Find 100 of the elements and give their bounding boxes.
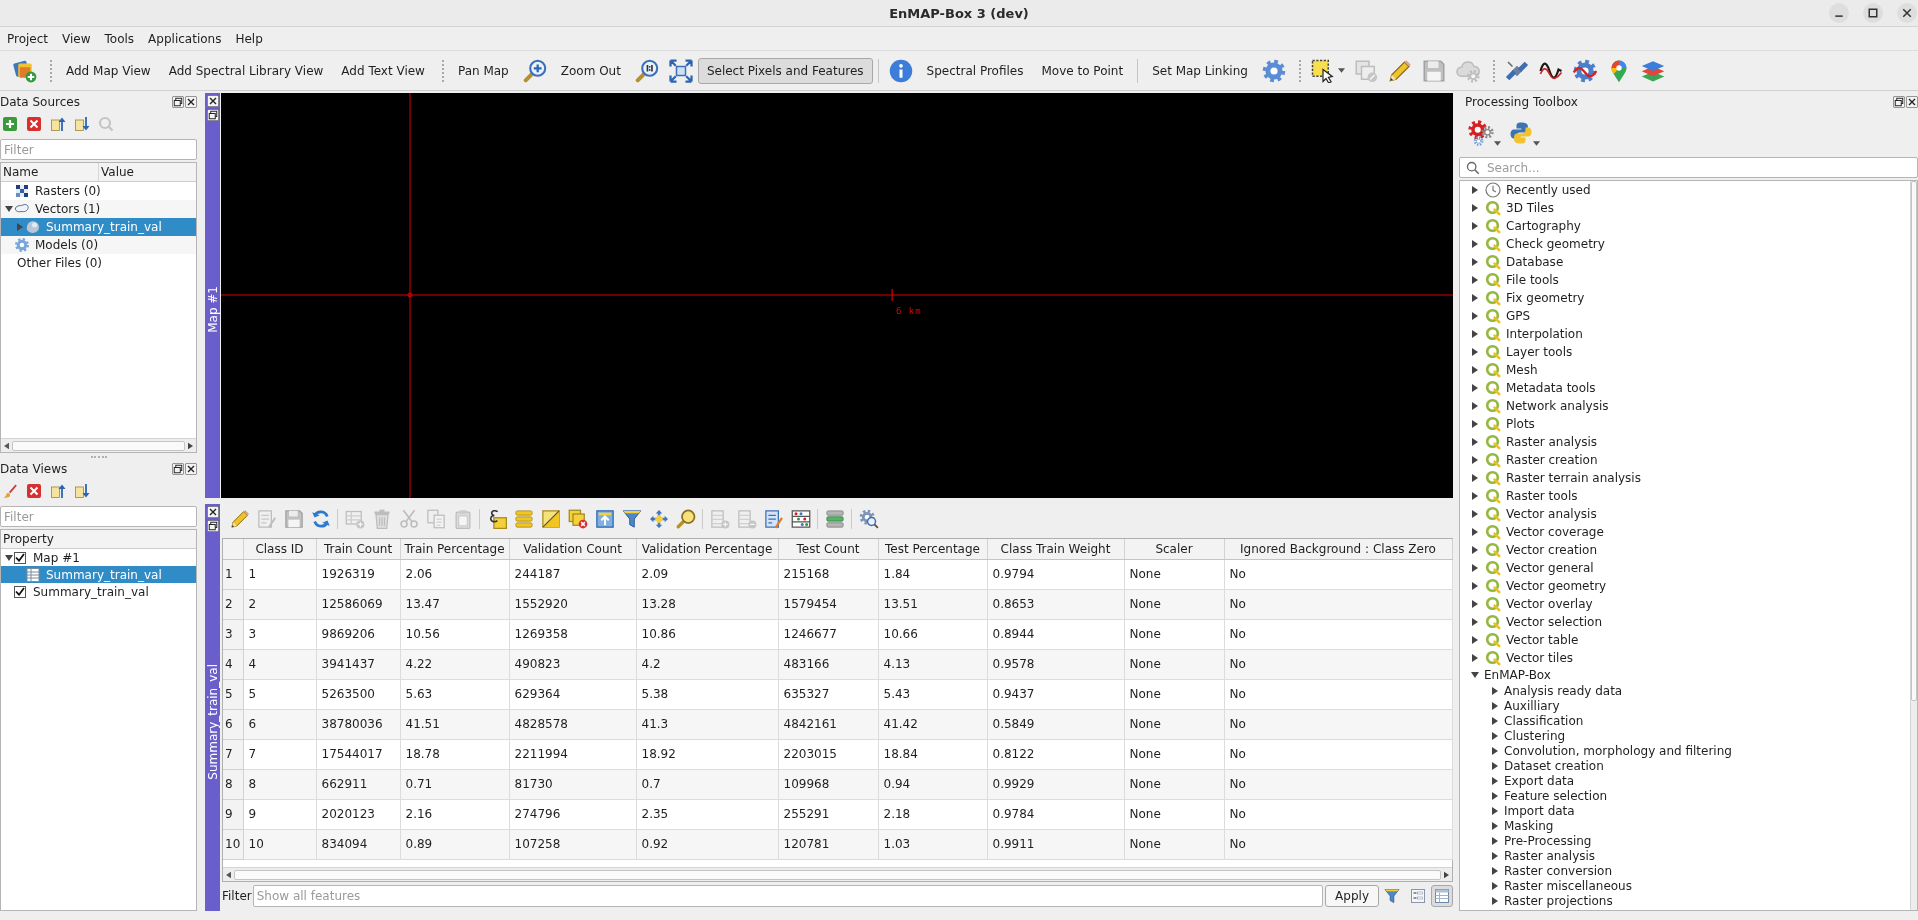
- toolbar-button[interactable]: Pan Map: [448, 57, 518, 84]
- caret-right-icon[interactable]: [1472, 366, 1478, 374]
- filter-icon[interactable]: [1384, 888, 1400, 904]
- caret-right-icon[interactable]: [1472, 222, 1478, 230]
- caret-right-icon[interactable]: [1472, 384, 1478, 392]
- caret-right-icon[interactable]: [1472, 528, 1478, 536]
- tree-item[interactable]: Dataset creation: [1460, 758, 1910, 773]
- tree-item[interactable]: Metadata tools: [1460, 379, 1910, 397]
- diagonal-square-icon[interactable]: [540, 509, 561, 529]
- caret-right-icon[interactable]: [1472, 564, 1478, 572]
- tree-item[interactable]: Classification: [1460, 713, 1910, 728]
- caret-right-icon[interactable]: [1492, 701, 1498, 710]
- info-icon[interactable]: [888, 58, 913, 83]
- toolbar-button[interactable]: Add Text View: [332, 57, 434, 84]
- row-header[interactable]: 1: [223, 559, 243, 589]
- python-icon[interactable]: [1509, 121, 1533, 145]
- caret-right-icon[interactable]: [1472, 348, 1478, 356]
- filter-field[interactable]: Filter: [0, 506, 197, 527]
- tree-item[interactable]: Raster miscellaneous: [1460, 878, 1910, 893]
- toolbar-button[interactable]: Move to Point: [1032, 57, 1133, 84]
- tree-item[interactable]: GPS: [1460, 307, 1910, 325]
- row-header[interactable]: 6: [223, 709, 243, 739]
- caret-right-icon[interactable]: [1472, 456, 1478, 464]
- filter-field[interactable]: Show all features: [252, 885, 1324, 907]
- caret-down-icon[interactable]: [4, 554, 13, 561]
- gears-icon[interactable]: [1468, 120, 1494, 146]
- caret-right-icon[interactable]: [1472, 420, 1478, 428]
- minimize-icon[interactable]: [1829, 3, 1849, 23]
- abacus-icon[interactable]: [790, 509, 811, 529]
- column-header[interactable]: Property: [1, 530, 196, 549]
- caret-right-icon[interactable]: [1492, 746, 1498, 755]
- toolbar-button[interactable]: Select Pixels and Features: [697, 57, 873, 84]
- tree-item[interactable]: Interpolation: [1460, 325, 1910, 343]
- scrollbar[interactable]: [1910, 181, 1917, 910]
- tree-item[interactable]: Raster analysis: [1460, 433, 1910, 451]
- column-header[interactable]: Train Count: [316, 539, 400, 559]
- close-icon[interactable]: [185, 463, 197, 475]
- search-field[interactable]: Search...: [1459, 157, 1918, 178]
- scroll-thumb[interactable]: [12, 440, 185, 451]
- tree-item[interactable]: Vector analysis: [1460, 505, 1910, 523]
- caret-right-icon[interactable]: [1492, 776, 1498, 785]
- close-icon[interactable]: [1897, 3, 1917, 23]
- menu-item[interactable]: Project: [0, 31, 56, 46]
- caret-right-icon[interactable]: [1492, 821, 1498, 830]
- row-header[interactable]: 9: [223, 799, 243, 829]
- tree-item[interactable]: 3D Tiles: [1460, 199, 1910, 217]
- column-header[interactable]: Class Train Weight: [987, 539, 1124, 559]
- notepad-pencil-icon[interactable]: [763, 509, 784, 529]
- refresh-icon[interactable]: [310, 509, 331, 529]
- caret-down-icon[interactable]: [1471, 672, 1479, 678]
- column-header[interactable]: Test Count: [778, 539, 878, 559]
- caret-right-icon[interactable]: [1472, 312, 1478, 320]
- tree-item[interactable]: Vector geometry: [1460, 577, 1910, 595]
- deselect-icon[interactable]: [567, 509, 588, 529]
- apply-button[interactable]: Apply: [1325, 885, 1379, 907]
- tree-item[interactable]: Other Files (0): [1, 254, 196, 272]
- tree-item[interactable]: Vector creation: [1460, 541, 1910, 559]
- gear-wave-icon[interactable]: [1572, 58, 1597, 83]
- caret-right-icon[interactable]: [1472, 582, 1478, 590]
- float-icon[interactable]: [172, 463, 184, 475]
- tree-item[interactable]: Vector coverage: [1460, 523, 1910, 541]
- satellite-icon[interactable]: [1504, 58, 1529, 83]
- tree-item[interactable]: Raster tools: [1460, 487, 1910, 505]
- caret-right-icon[interactable]: [1492, 761, 1498, 770]
- caret-right-icon[interactable]: [1472, 258, 1478, 266]
- caret-right-icon[interactable]: [1472, 546, 1478, 554]
- toolbar-button[interactable]: Zoom Out: [551, 57, 630, 84]
- column-header[interactable]: Name: [1, 163, 99, 182]
- close-icon[interactable]: [206, 506, 219, 518]
- tree-item[interactable]: Database: [1460, 253, 1910, 271]
- tree-item[interactable]: Raster conversion: [1460, 863, 1910, 878]
- caret-right-icon[interactable]: [1472, 330, 1478, 338]
- gear-icon[interactable]: [1261, 58, 1286, 83]
- tree-item[interactable]: Vector selection: [1460, 613, 1910, 631]
- pencil-icon[interactable]: [1387, 58, 1412, 83]
- caret-right-icon[interactable]: [1472, 186, 1478, 194]
- tree-item[interactable]: Feature selection: [1460, 788, 1910, 803]
- column-header[interactable]: Scaler: [1124, 539, 1224, 559]
- view-mode-button[interactable]: [1431, 885, 1453, 907]
- caret-right-icon[interactable]: [1472, 240, 1478, 248]
- caret-right-icon[interactable]: [1472, 276, 1478, 284]
- layers-plus-icon[interactable]: [13, 58, 37, 83]
- arrow-down-icon[interactable]: [74, 116, 90, 132]
- caret-right-icon[interactable]: [1472, 492, 1478, 500]
- remove-icon[interactable]: [26, 116, 42, 132]
- tree-item[interactable]: Rasters (0): [1, 182, 196, 200]
- layers-icon[interactable]: [1640, 58, 1665, 83]
- caret-right-icon[interactable]: [1492, 686, 1498, 695]
- row-header[interactable]: 8: [223, 769, 243, 799]
- column-header[interactable]: Class ID: [243, 539, 316, 559]
- maximize-icon[interactable]: [1863, 3, 1883, 23]
- add-icon[interactable]: [2, 116, 18, 132]
- float-icon[interactable]: [172, 96, 184, 108]
- tree-item[interactable]: Recently used: [1460, 181, 1910, 199]
- menu-item[interactable]: Applications: [141, 31, 229, 46]
- column-header[interactable]: Ignored Background : Class Zero: [1224, 539, 1452, 559]
- checkbox[interactable]: [14, 551, 26, 564]
- tree-item[interactable]: Vector general: [1460, 559, 1910, 577]
- caret-right-icon[interactable]: [1492, 836, 1498, 845]
- tree-item[interactable]: File tools: [1460, 271, 1910, 289]
